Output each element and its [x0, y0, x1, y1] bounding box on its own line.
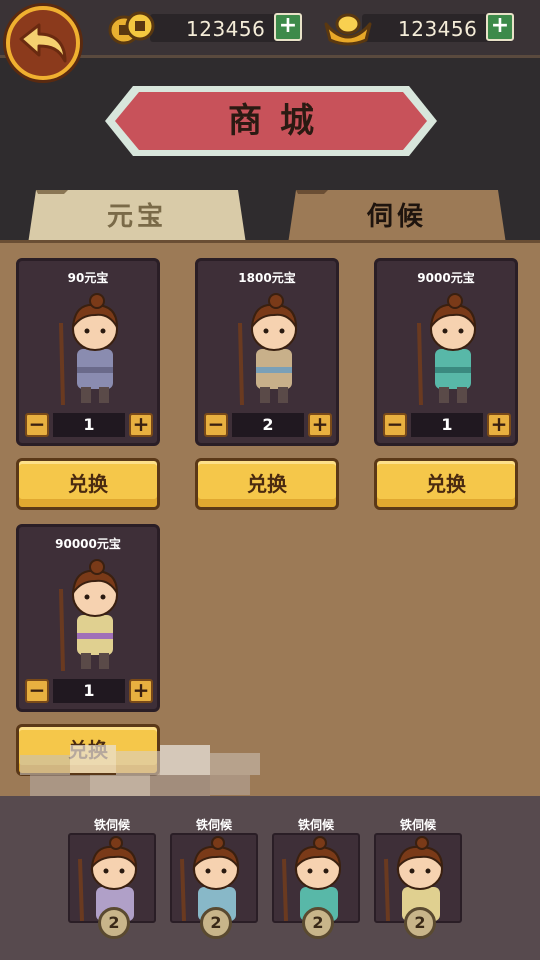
quantity-value: 1	[53, 679, 125, 703]
back-arrow-icon	[19, 23, 67, 63]
decrease-button[interactable]: −	[25, 679, 49, 703]
tab-sihou-label: 伺候	[366, 202, 427, 232]
increase-button[interactable]: +	[129, 679, 153, 703]
title-banner: 商城	[103, 84, 439, 158]
attendant-name: 铁伺候	[93, 818, 130, 832]
level-badge: 2	[98, 907, 130, 939]
coin-balance: 123456 +	[150, 13, 302, 42]
page-title: 商城	[228, 101, 332, 141]
level-badge: 2	[404, 907, 436, 939]
attendant-portrait	[238, 293, 298, 406]
shop-item-card: 1800元宝 − 2 +	[195, 258, 339, 446]
quantity-stepper: − 1 +	[383, 413, 511, 437]
quantity-value: 1	[53, 413, 125, 437]
level-badge: 2	[302, 907, 334, 939]
attendant-portrait	[59, 293, 119, 406]
ingot-amount: 123456	[398, 17, 478, 41]
quantity-stepper: − 1 +	[25, 679, 153, 703]
exchange-button[interactable]: 兑换	[374, 458, 518, 510]
increase-button[interactable]: +	[308, 413, 332, 437]
ingot-balance: 123456 +	[362, 13, 514, 42]
attendant-frame: 2	[272, 833, 360, 939]
roster-slot[interactable]: 铁伺候 2	[68, 817, 156, 939]
shop-item-card: 90000元宝 − 1 +	[16, 524, 160, 712]
exchange-label: 兑换	[247, 472, 287, 496]
item-price: 90000元宝	[55, 537, 121, 551]
attendant-portrait	[59, 559, 119, 672]
attendant-name: 铁伺候	[399, 818, 436, 832]
tab-yuanbao-label: 元宝	[106, 202, 167, 232]
item-price: 90元宝	[67, 271, 109, 285]
roster-slot[interactable]: 铁伺候 2	[374, 817, 462, 939]
roster-slot[interactable]: 铁伺候 2	[170, 817, 258, 939]
attendant-frame: 2	[170, 833, 258, 939]
level-badge: 2	[200, 907, 232, 939]
exchange-label: 兑换	[426, 472, 466, 496]
gold-ingot-icon	[324, 13, 372, 46]
back-button[interactable]	[6, 6, 80, 80]
exchange-label: 兑换	[68, 472, 108, 496]
exchange-button[interactable]: 兑换	[195, 458, 339, 510]
add-ingots-button[interactable]: +	[486, 13, 514, 41]
quantity-stepper: − 2 +	[204, 413, 332, 437]
roster-slot[interactable]: 铁伺候 2	[272, 817, 360, 939]
attendant-name: 铁伺候	[297, 818, 334, 832]
quantity-stepper: − 1 +	[25, 413, 153, 437]
quantity-value: 1	[411, 413, 483, 437]
increase-button[interactable]: +	[129, 413, 153, 437]
shop-item-card: 90元宝 − 1 +	[16, 258, 160, 446]
tab-yuanbao[interactable]: 元宝	[28, 188, 246, 244]
tab-sihou[interactable]: 伺候	[288, 188, 506, 244]
shop-item-card: 9000元宝 − 1 +	[374, 258, 518, 446]
coin-icon	[108, 11, 155, 45]
decrease-button[interactable]: −	[204, 413, 228, 437]
add-coins-button[interactable]: +	[274, 13, 302, 41]
coin-amount: 123456	[186, 17, 266, 41]
increase-button[interactable]: +	[487, 413, 511, 437]
attendant-name: 铁伺候	[195, 818, 232, 832]
decrease-button[interactable]: −	[383, 413, 407, 437]
quantity-value: 2	[232, 413, 304, 437]
attendant-frame: 2	[68, 833, 156, 939]
attendant-portrait	[417, 293, 477, 406]
exchange-button[interactable]: 兑换	[16, 458, 160, 510]
item-price: 9000元宝	[417, 271, 475, 285]
decrease-button[interactable]: −	[25, 413, 49, 437]
item-price: 1800元宝	[238, 271, 296, 285]
attendant-frame: 2	[374, 833, 462, 939]
